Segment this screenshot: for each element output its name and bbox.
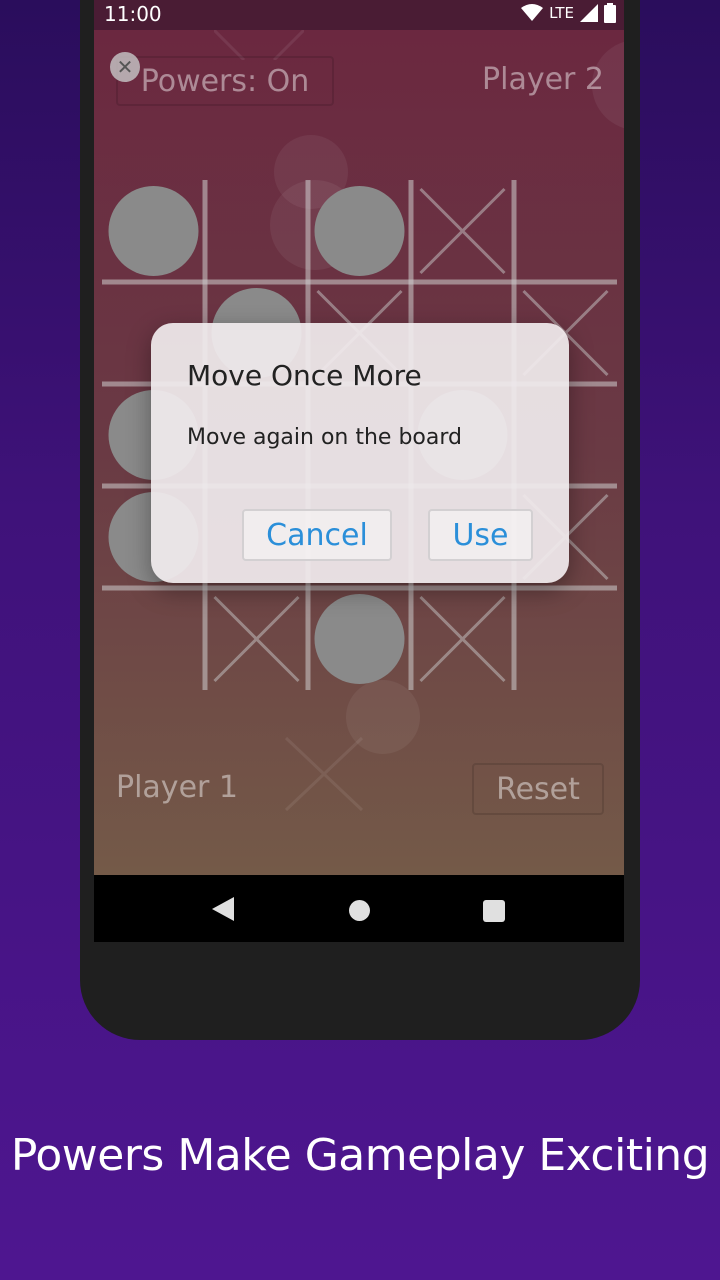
cancel-button[interactable]: Cancel (242, 509, 392, 561)
powers-label: Powers: On (140, 63, 310, 99)
status-icons: LTE (521, 3, 616, 23)
status-bar: 11:00 LTE (94, 0, 624, 30)
network-label: LTE (549, 4, 574, 22)
home-icon[interactable] (349, 900, 370, 921)
player1-label: Player 1 (116, 770, 238, 805)
x-piece (213, 595, 300, 683)
dialog-title: Move Once More (187, 359, 422, 392)
o-piece (108, 186, 199, 276)
use-button[interactable]: Use (428, 509, 533, 561)
wifi-icon (521, 4, 544, 21)
navigation-bar (94, 875, 624, 942)
o-piece (314, 594, 405, 684)
player2-label: Player 2 (482, 62, 604, 97)
close-icon[interactable]: ✕ (110, 52, 140, 82)
battery-icon (604, 3, 616, 23)
recent-apps-icon[interactable] (483, 900, 505, 922)
o-piece (314, 186, 405, 276)
back-icon[interactable] (212, 897, 234, 921)
reset-label: Reset (496, 771, 580, 807)
reset-button[interactable]: Reset (472, 763, 604, 815)
signal-icon (580, 4, 598, 22)
power-dialog: Move Once More Move again on the board C… (151, 323, 569, 583)
x-piece (419, 187, 506, 275)
promo-caption: Powers Make Gameplay Exciting (10, 1130, 710, 1181)
status-time: 11:00 (104, 2, 162, 26)
dialog-message: Move again on the board (187, 425, 462, 450)
powers-toggle-button[interactable]: Powers: On (116, 56, 334, 106)
x-piece (419, 595, 506, 683)
